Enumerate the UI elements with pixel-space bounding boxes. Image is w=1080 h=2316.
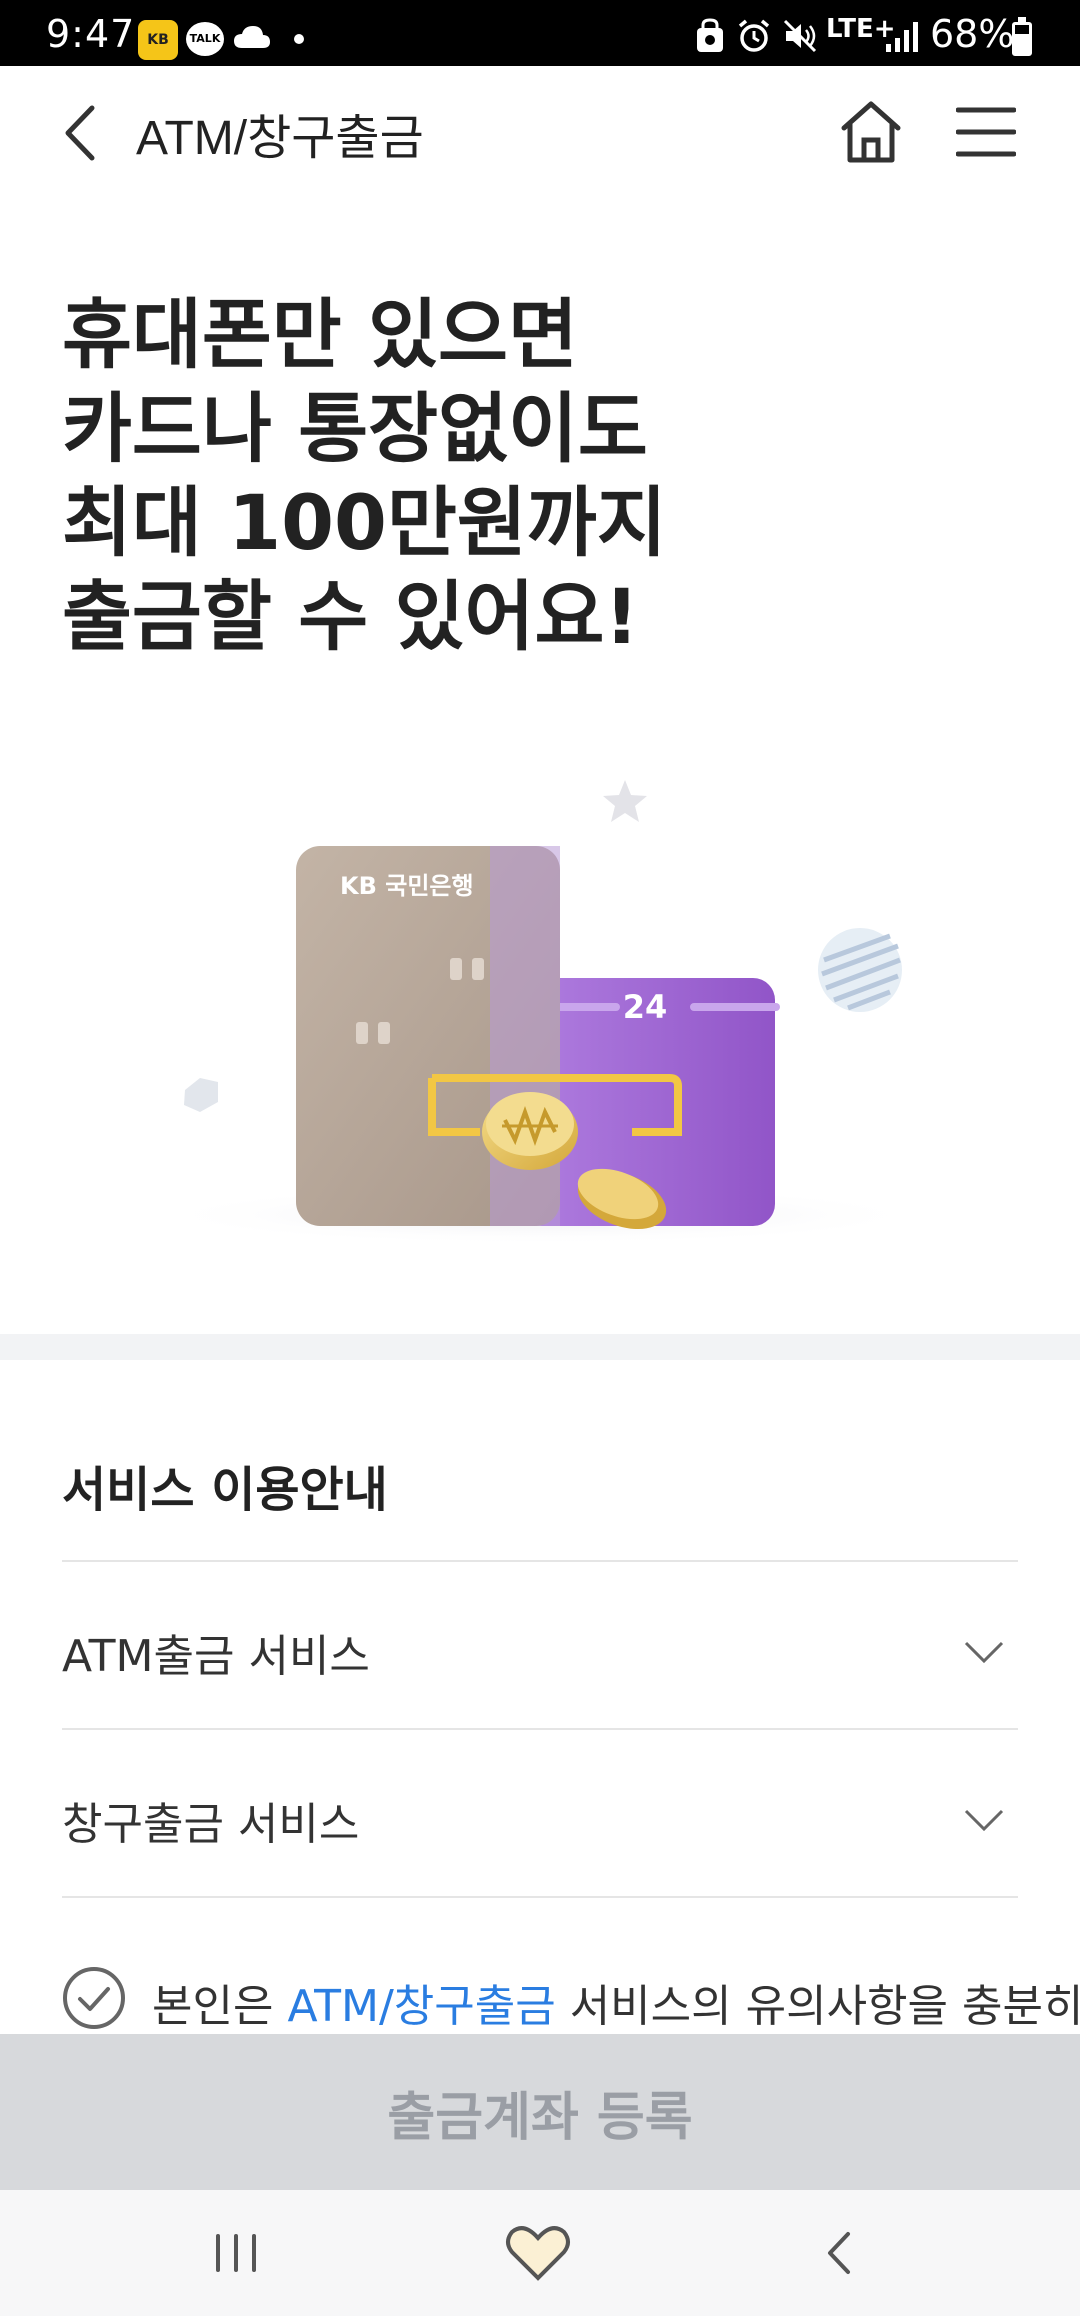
back-button[interactable]	[58, 98, 108, 168]
hero-line-1: 휴대폰만 있으면	[62, 290, 578, 379]
system-nav-bar	[0, 2190, 1080, 2316]
chevron-down-icon	[964, 1809, 1004, 1832]
battery-fill	[1015, 33, 1029, 53]
battery-icon	[1012, 17, 1032, 56]
status-bar: 9:47 KB TALK LTE+ 68%	[0, 0, 1080, 66]
hero-line-4: 출금할 수 있어요!	[62, 572, 640, 661]
hero-illustration: 24 KB 국민은행	[150, 780, 930, 1245]
service-guide-heading: 서비스 이용안내	[62, 1462, 388, 1518]
nav-back-button[interactable]	[800, 2216, 880, 2290]
card-brand: KB 국민은행	[340, 872, 474, 900]
accordion-label: 창구출금 서비스	[62, 1799, 360, 1850]
agreement-checkbox-row[interactable]: 본인은 ATM/창구출금 서비스의 유의사항을 충분히	[62, 1962, 1080, 2032]
accordion-atm-service[interactable]: ATM출금 서비스	[62, 1562, 1018, 1730]
coin-icon	[482, 1092, 578, 1170]
notification-dot-icon	[294, 34, 304, 44]
hero-line-3: 최대 100만원까지	[62, 478, 667, 567]
chevron-down-icon	[964, 1641, 1004, 1664]
crystal-decoration	[184, 1078, 218, 1112]
mute-icon	[783, 19, 817, 53]
hero-line-2: 카드나 통장없이도	[62, 384, 648, 473]
calendar-day: 24	[623, 988, 668, 1026]
agreement-prefix: 본인은	[152, 1981, 288, 2032]
kb-app-icon: KB	[138, 20, 178, 60]
accordion-counter-service[interactable]: 창구출금 서비스	[62, 1730, 1018, 1898]
home-button[interactable]	[838, 96, 904, 166]
accordion-label: ATM출금 서비스	[62, 1631, 370, 1682]
recent-apps-button[interactable]	[196, 2216, 276, 2290]
agreement-highlight: ATM/창구출금	[287, 1981, 556, 2032]
agreement-text: 본인은 ATM/창구출금 서비스의 유의사항을 충분히	[152, 1970, 1080, 2034]
app-header: ATM/창구출금	[0, 66, 1080, 196]
kakaotalk-icon: TALK	[186, 22, 224, 56]
status-time: 9:47	[46, 12, 136, 56]
agreement-suffix: 서비스의 유의사항을 충분히	[555, 1981, 1080, 2032]
cloud-icon	[234, 26, 270, 48]
checkbox-icon[interactable]	[62, 1966, 126, 2030]
section-divider	[0, 1334, 1080, 1360]
star-icon	[603, 780, 647, 822]
battery-percent: 68%	[930, 12, 1015, 56]
register-account-button[interactable]: 출금계좌 등록	[0, 2034, 1080, 2190]
striped-sphere-decoration	[818, 928, 902, 1012]
menu-button[interactable]	[956, 102, 1016, 162]
lock-recycle-icon	[697, 18, 723, 52]
alarm-icon	[738, 19, 770, 52]
page-title: ATM/창구출금	[136, 112, 424, 165]
home-heart-button[interactable]	[498, 2216, 578, 2290]
hero-title: 휴대폰만 있으면 카드나 통장없이도 최대 100만원까지 출금할 수 있어요!	[62, 288, 962, 664]
signal-icon	[886, 22, 918, 52]
